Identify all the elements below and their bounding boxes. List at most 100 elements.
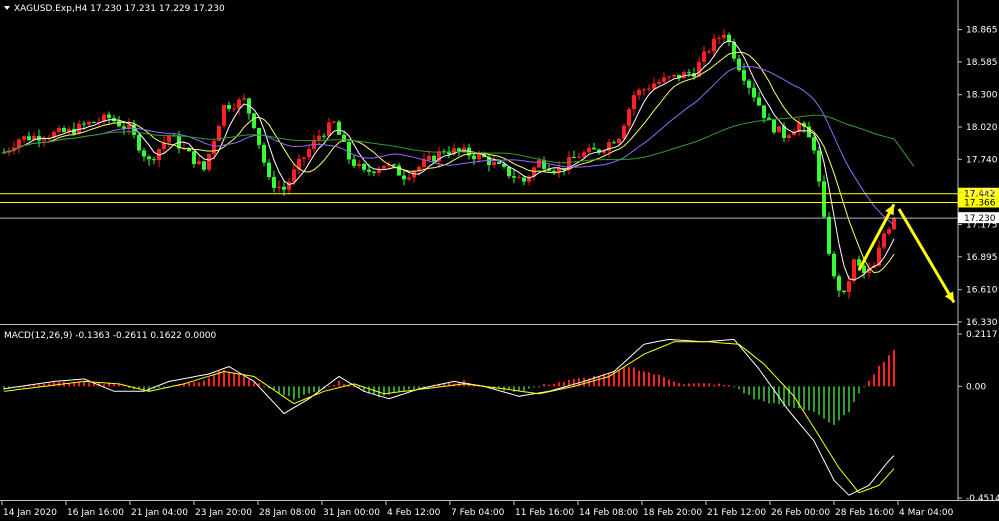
macd-histogram-bar xyxy=(838,386,840,421)
time-tick-label: 18 Feb 20:00 xyxy=(643,508,702,518)
candle xyxy=(852,259,856,282)
macd-histogram-bar xyxy=(888,355,890,387)
price-tick-label: 18.300 xyxy=(966,91,998,101)
candle xyxy=(542,159,546,169)
candle xyxy=(402,175,406,180)
candle xyxy=(242,98,246,100)
macd-histogram-bar xyxy=(823,386,825,419)
candle xyxy=(292,169,296,182)
macd-histogram-bar xyxy=(308,386,310,394)
macd-histogram-bar xyxy=(768,386,770,404)
candle xyxy=(517,177,521,179)
candle xyxy=(192,151,196,165)
macd-histogram-bar xyxy=(398,386,400,393)
candle xyxy=(712,38,716,52)
candle xyxy=(117,121,121,127)
time-tick-label: 16 Jan 16:00 xyxy=(67,508,124,518)
candle xyxy=(42,139,46,141)
macd-histogram-bar xyxy=(728,385,730,387)
macd-histogram-bar xyxy=(223,370,225,387)
macd-histogram-bar xyxy=(338,380,340,387)
candle xyxy=(707,51,711,53)
macd-tick-label: 0.2117 xyxy=(966,330,998,340)
candle xyxy=(842,290,846,292)
macd-histogram-bar xyxy=(843,386,845,415)
macd-histogram-bar xyxy=(118,384,120,387)
macd-histogram-bar xyxy=(653,374,655,387)
level-price-label: 17.366 xyxy=(964,198,996,208)
macd-histogram-bar xyxy=(533,386,535,388)
candle xyxy=(347,141,351,160)
macd-histogram-bar xyxy=(673,381,675,387)
candle xyxy=(687,72,691,74)
macd-histogram-bar xyxy=(328,385,330,387)
macd-histogram-bar xyxy=(228,371,230,387)
time-tick-label: 28 Jan 08:00 xyxy=(259,508,316,518)
candle xyxy=(652,83,656,89)
candle xyxy=(152,159,156,161)
candle xyxy=(282,186,286,190)
time-tick-label: 4 Mar 04:00 xyxy=(899,508,954,518)
macd-histogram-bar xyxy=(743,386,745,394)
macd-histogram-bar xyxy=(893,349,895,387)
macd-histogram-bar xyxy=(638,370,640,387)
macd-histogram-bar xyxy=(643,371,645,387)
candle xyxy=(82,123,86,125)
candle xyxy=(827,216,831,254)
macd-histogram-bar xyxy=(283,386,285,396)
macd-histogram-bar xyxy=(878,365,880,387)
price-tick-label: 18.020 xyxy=(966,123,998,133)
candle xyxy=(87,122,91,125)
macd-histogram-bar xyxy=(83,381,85,387)
macd-histogram-bar xyxy=(618,369,620,387)
time-tick-label: 26 Feb 00:00 xyxy=(771,508,830,518)
candle xyxy=(617,138,621,144)
candle xyxy=(612,142,616,144)
time-tick-label: 31 Jan 00:00 xyxy=(323,508,380,518)
macd-histogram-bar xyxy=(418,386,420,389)
macd-histogram-bar xyxy=(663,377,665,387)
candle xyxy=(772,119,776,133)
macd-histogram-bar xyxy=(393,386,395,393)
candle xyxy=(267,162,271,178)
macd-histogram-bar xyxy=(688,383,690,387)
candle xyxy=(832,253,836,277)
candle xyxy=(887,229,891,234)
symbol-header: XAGUSD.Exp,H4 17.230 17.231 17.229 17.23… xyxy=(14,4,225,14)
macd-histogram-bar xyxy=(193,382,195,387)
macd-histogram-bar xyxy=(828,386,830,423)
macd-histogram-bar xyxy=(628,367,630,387)
candle xyxy=(57,128,61,132)
trading-chart[interactable]: 14 Jan 2020 16 Jan 16:00 21 Jan 04:00 23 Ja… xyxy=(0,0,999,521)
candle xyxy=(722,34,726,38)
macd-histogram-bar xyxy=(203,380,205,387)
macd-histogram-bar xyxy=(38,384,40,387)
time-tick-label: 14 Feb 08:00 xyxy=(579,508,638,518)
macd-histogram-bar xyxy=(563,381,565,387)
candle xyxy=(22,136,26,140)
macd-histogram-bar xyxy=(558,382,560,387)
macd-header: MACD(12,26,9) -0.1363 -0.2611 0.1622 0.0… xyxy=(4,331,217,341)
candle xyxy=(432,155,436,162)
macd-histogram-bar xyxy=(523,386,525,392)
macd-histogram-bar xyxy=(303,386,305,395)
candle xyxy=(512,176,516,178)
macd-histogram-bar xyxy=(883,361,885,387)
candle xyxy=(422,159,426,167)
macd-histogram-bar xyxy=(738,386,740,390)
candle xyxy=(637,90,641,96)
candle xyxy=(107,114,111,118)
candle xyxy=(497,161,501,164)
macd-histogram-bar xyxy=(848,386,850,413)
candle xyxy=(302,157,306,159)
candle xyxy=(62,128,66,132)
candle xyxy=(882,233,886,248)
candle xyxy=(587,147,591,153)
macd-tick-label: -0.4514 xyxy=(966,494,999,504)
macd-histogram-bar xyxy=(863,386,865,388)
price-tick-label: 17.455 xyxy=(966,188,998,198)
macd-histogram-bar xyxy=(598,376,600,387)
macd-histogram-bar xyxy=(188,382,190,387)
macd-histogram-bar xyxy=(253,382,255,387)
candle xyxy=(207,153,211,170)
